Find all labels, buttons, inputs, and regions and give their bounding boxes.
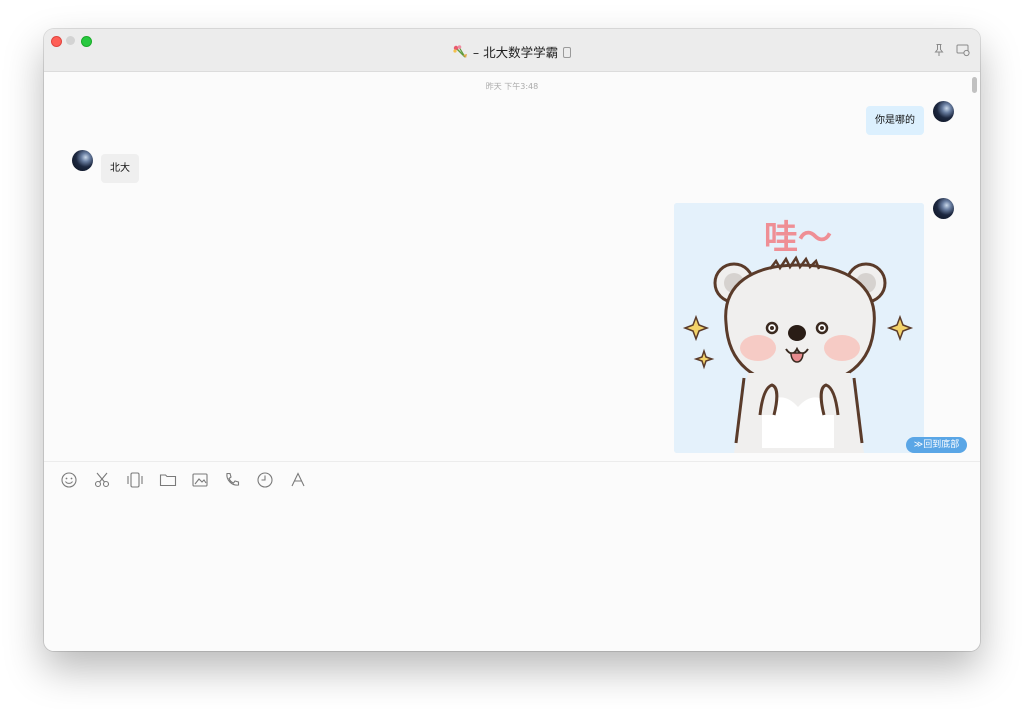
window-title: – 北大数学学霸 [44, 42, 980, 61]
message-timestamp: 昨天 下午3:48 [485, 82, 539, 91]
message-bubble-received[interactable]: 北大 [101, 154, 139, 183]
my-avatar[interactable] [933, 101, 954, 122]
sticker-message[interactable]: 哇～ [674, 203, 924, 453]
emoji-icon[interactable] [60, 471, 78, 489]
history-clock-icon[interactable] [256, 471, 274, 489]
message-bubble-sent[interactable]: 你是哪的 [866, 106, 924, 135]
double-chevron-down-icon: ≫ [913, 440, 924, 450]
font-icon[interactable] [289, 471, 307, 489]
mobile-phone-icon [563, 47, 572, 58]
screenshot-scissors-icon[interactable] [93, 471, 111, 489]
flower-bouquet-icon [453, 45, 467, 58]
my-avatar[interactable] [933, 198, 954, 219]
back-to-bottom-button[interactable]: ≫回到底部 [906, 437, 967, 453]
contact-avatar[interactable] [72, 150, 93, 171]
title-bar: – 北大数学学霸 [44, 29, 980, 72]
back-to-bottom-label: 回到底部 [923, 440, 960, 450]
bear-sticker-image: 哇～ [674, 203, 924, 453]
message-input[interactable] [44, 495, 980, 651]
image-icon[interactable] [191, 471, 209, 489]
chat-window: – 北大数学学霸 昨天 下午3:48 你是哪的 北大 哇～ ≫回到底部 [44, 29, 980, 651]
contact-name: – 北大数学学霸 [472, 45, 559, 60]
folder-icon[interactable] [159, 471, 177, 489]
shake-window-icon[interactable] [126, 471, 144, 489]
pin-icon[interactable] [932, 43, 946, 57]
chat-settings-icon[interactable] [956, 43, 970, 57]
phone-call-icon[interactable] [223, 471, 241, 489]
message-list[interactable]: 昨天 下午3:48 你是哪的 北大 哇～ ≫回到底部 [44, 72, 980, 461]
sticker-text: 哇～ [764, 218, 832, 258]
composer-divider [44, 461, 980, 462]
